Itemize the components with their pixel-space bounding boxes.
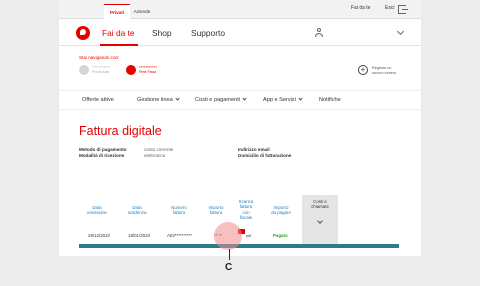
header-scarica-fattura: Scarica fattura con fiscale	[234, 199, 258, 221]
line-avatar-icon	[126, 65, 136, 75]
caret-down-icon	[242, 96, 247, 101]
header-line: emissione	[87, 210, 107, 216]
subnav-notifiche[interactable]: Notifiche	[319, 97, 341, 103]
header-line: scadenza	[127, 210, 147, 216]
header-line: fiscale	[239, 215, 253, 221]
subnav-label: App e Servizi	[263, 97, 296, 103]
costs-calls-column[interactable]: Costi e chiamate	[302, 195, 338, 245]
header-costi-chiamate: Costi e chiamate	[302, 199, 338, 210]
cell-numero-fattura: A02**********	[167, 233, 192, 238]
payment-method-value: conto corrente	[144, 147, 174, 152]
page-title: Fattura digitale	[79, 124, 162, 138]
receipt-mode-value: elettronica	[144, 153, 166, 158]
vodafone-logo-icon[interactable]	[76, 26, 90, 40]
cell-data-emissione: 29/12/2022	[88, 233, 110, 238]
email-label: Indirizzo email	[238, 147, 270, 152]
line-selector-adsl[interactable]: *********** Prova Adsl	[79, 63, 129, 77]
header-data-scadenza: Data scadenza	[126, 205, 148, 216]
header-importo-da-pagare: Importo da pagare	[266, 205, 296, 216]
subnav-costi-pagamenti[interactable]: Costi e pagamenti	[195, 96, 247, 103]
header-line: chiamate	[311, 204, 329, 210]
nav-item-supporto[interactable]: Supporto	[191, 28, 225, 38]
subnav-app-servizi[interactable]: App e Servizi	[263, 96, 303, 103]
register-number-link[interactable]: Registra un nuovo numero	[372, 66, 396, 75]
subnav-offerte-attive[interactable]: Offerte attive	[82, 97, 114, 103]
receipt-mode-label: Modalità di ricezione	[79, 153, 125, 158]
header-data-emissione: Data emissione	[86, 205, 108, 216]
header-line: fattura	[172, 210, 186, 216]
top-link-fai-da-te[interactable]: Fai da te	[351, 5, 370, 11]
highlight-circle	[214, 222, 242, 250]
marker-label: C	[225, 262, 233, 273]
top-bar: Privati Aziende Fai da te Esci	[59, 0, 421, 19]
subnav-label: Costi e pagamenti	[195, 97, 241, 103]
download-pdf-link[interactable]: pdf	[246, 234, 251, 238]
line-type: Rete Fissa	[139, 70, 157, 74]
chevron-down-icon[interactable]	[317, 218, 323, 224]
register-line-2: nuovo numero	[372, 70, 397, 75]
main-navbar: Fai da te Shop Supporto	[59, 20, 421, 46]
logout-link[interactable]: Esci	[385, 5, 394, 11]
caret-down-icon	[298, 96, 303, 101]
tab-aziende[interactable]: Aziende	[130, 4, 154, 19]
line-type: Prova Adsl	[92, 70, 110, 74]
chevron-down-icon[interactable]	[396, 27, 405, 36]
nav-active-underline	[100, 44, 138, 46]
add-number-icon[interactable]: +	[358, 65, 368, 75]
nav-item-fai-da-te[interactable]: Fai da te	[102, 28, 135, 38]
header-line: fattura	[209, 210, 223, 216]
nav-item-shop[interactable]: Shop	[152, 28, 172, 38]
line-avatar-icon	[79, 65, 89, 75]
header-numero-fattura: Numero fattura	[168, 205, 190, 216]
subnav-gestione-linea[interactable]: Gestione linea	[137, 96, 180, 103]
billing-address-label: Domicilio di fatturazione	[238, 153, 292, 158]
user-icon[interactable]	[315, 28, 323, 37]
tab-privati[interactable]: Privati	[104, 4, 130, 19]
header-line: da pagare	[271, 210, 291, 216]
subnav-label: Gestione linea	[137, 97, 173, 103]
marker-line	[229, 249, 230, 260]
logout-icon[interactable]	[398, 5, 408, 14]
cell-data-scadenza: 18/01/2023	[128, 233, 150, 238]
page-container: Privati Aziende Fai da te Esci Fai da te…	[59, 0, 421, 256]
header-importo-fattura: Importo fattura	[204, 205, 228, 216]
payment-method-label: Metodo di pagamento	[79, 147, 127, 152]
cell-status-paid: Pagato	[273, 233, 288, 238]
sub-navigation: Offerte attive Gestione linea Costi e pa…	[59, 90, 421, 110]
line-selector-rete-fissa[interactable]: *********** Rete Fissa	[126, 63, 176, 77]
caret-down-icon	[175, 96, 180, 101]
browsing-label: Stai navigando con:	[79, 55, 120, 60]
